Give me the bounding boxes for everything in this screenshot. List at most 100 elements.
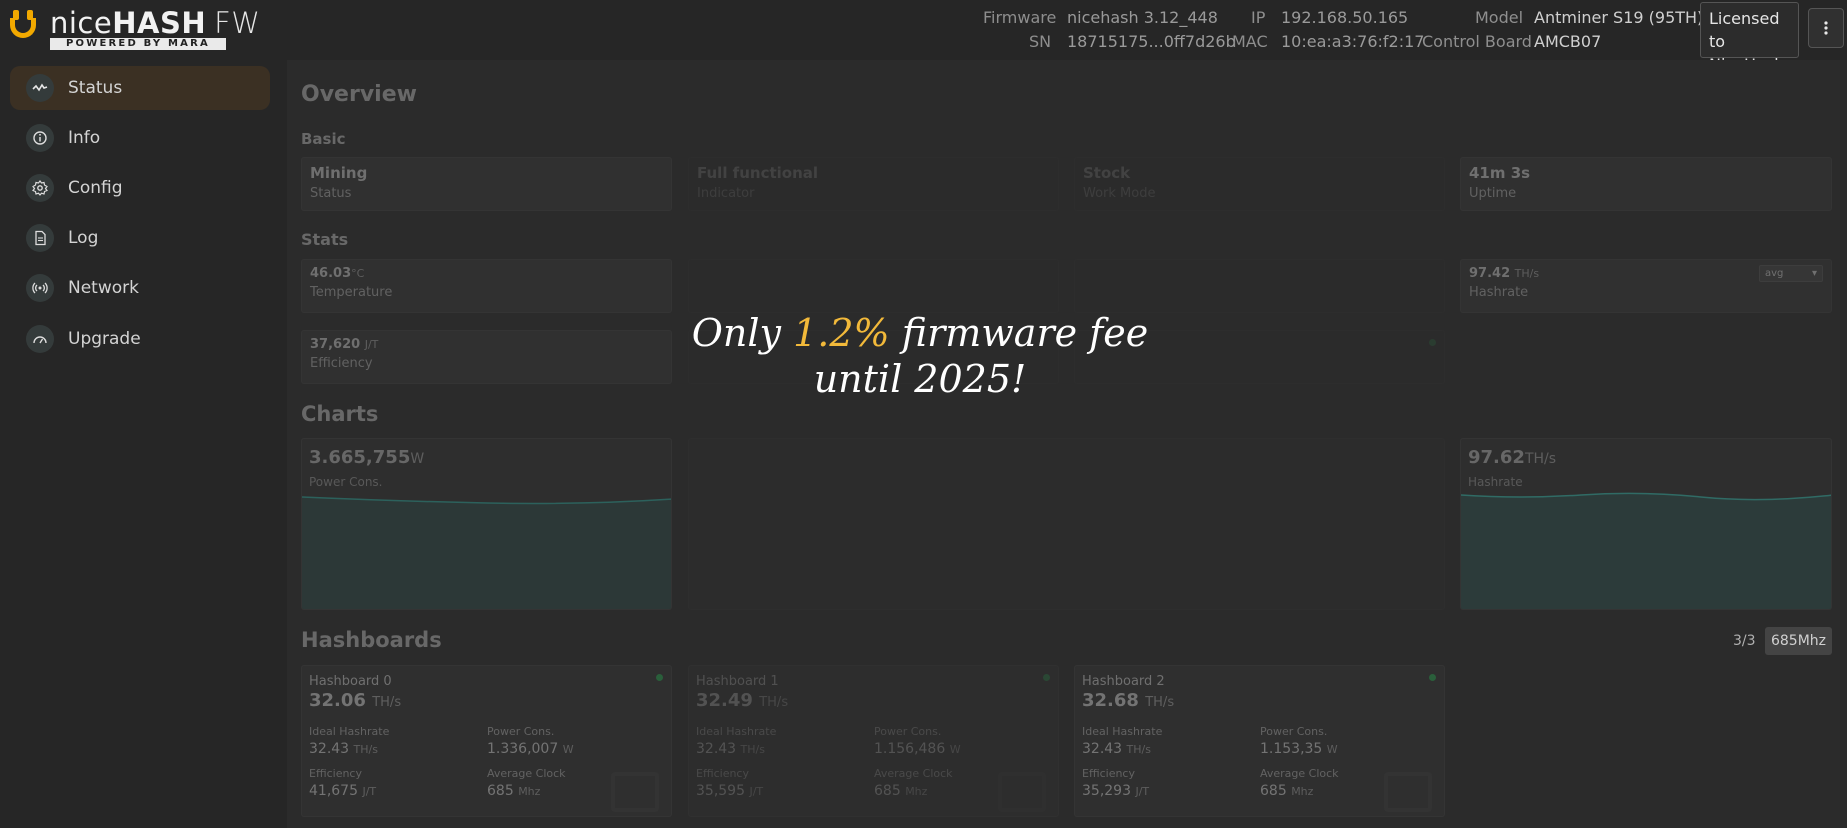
power-chart[interactable]: 3.665,755W Power Cons. [301,438,672,610]
status-label: Status [310,186,352,201]
temperature-value: 46.03°C [310,266,365,281]
power-chart-label: Power Cons. [309,475,383,489]
firmware-fee-banner: Only 1.2% firmware fee until 2025! [640,310,1200,402]
control-board-label: Control Board [1422,32,1532,51]
main-content: Overview Basic Mining Status Full functi… [287,60,1847,828]
hashboard-rate: 32.68 TH/s [1082,690,1175,711]
sidebar-item-status[interactable]: Status [10,66,270,110]
temperature-card: 46.03°C Temperature [301,259,672,313]
hashboard-card-2[interactable]: Hashboard 2 32.68 TH/s Ideal Hashrate 32.… [1074,665,1445,817]
efficiency-card: 37,620 J/T Efficiency [301,330,672,384]
hashboard-count: 3/3 [1733,633,1756,649]
power-label: Power Cons. [487,725,555,738]
sidebar-item-upgrade[interactable]: Upgrade [10,317,270,361]
hashboard-name: Hashboard 0 [309,674,392,689]
more-menu-button[interactable] [1808,8,1844,48]
basic-title: Basic [301,130,346,148]
hashboard-status-dot [656,674,663,681]
ip-label: IP [1251,8,1266,27]
status-value: Mining [310,164,368,182]
nicehash-logo-icon [8,8,38,38]
ideal-value: 32.43 [1082,741,1123,757]
hashboard-clock-badge: 685Mhz [1765,627,1832,655]
uptime-label: Uptime [1469,186,1517,201]
work-mode-card: Stock Work Mode [1074,157,1445,211]
power-label: Power Cons. [874,725,942,738]
sn-label: SN [1029,32,1052,51]
sidebar-item-label: Upgrade [68,329,141,349]
sidebar-item-label: Config [68,178,123,198]
stats-card-2 [688,259,1059,313]
banner-line-1: Only 1.2% firmware fee [691,311,1149,355]
top-bar: niceHASH FW POWERED BY MARA Firmware nice… [0,0,1847,74]
uptime-card: 41m 3s Uptime [1460,157,1832,211]
clock-value: 685 [487,783,514,799]
license-box: Licensed to NiceHash [1700,2,1799,74]
license-label: Licensed to [1709,9,1780,51]
mac-value: 10:ea:a3:76:f2:17 [1281,32,1425,51]
hashrate-chart-area [1461,493,1831,609]
efficiency-value: 41,675 [309,783,358,799]
firmware-label: Firmware [983,8,1057,27]
sidebar-item-config[interactable]: Config [10,166,270,210]
sidebar-item-info[interactable]: Info [10,116,270,160]
hashrate-stat-label: Hashrate [1469,285,1529,300]
activity-icon [26,74,54,102]
model-label: Model [1475,8,1524,27]
banner-line-2: until 2025! [813,357,1027,401]
hashrate-stat-card: 97.42 TH/s Hashrate avg ▾ [1460,259,1832,313]
ideal-label: Ideal Hashrate [1082,725,1163,738]
efficiency-value: 37,620 J/T [310,337,379,352]
sidebar-item-label: Network [68,278,139,298]
sidebar-item-label: Status [68,78,123,98]
document-icon [26,224,54,252]
sidebar-item-label: Info [68,128,101,148]
indicator-label: Indicator [697,186,755,201]
firmware-value: nicehash 3.12_448 [1067,8,1218,27]
chip-icon [611,772,659,812]
ideal-label: Ideal Hashrate [696,725,777,738]
power-value: 1.153,35 [1260,741,1323,757]
temperature-label: Temperature [310,285,393,300]
hashboard-card-1[interactable]: Hashboard 1 32.49 TH/s Ideal Hashrate 32.… [688,665,1059,817]
hashrate-chart[interactable]: 97.62TH/s Hashrate [1460,438,1832,610]
ideal-label: Ideal Hashrate [309,725,390,738]
stats-title: Stats [301,230,349,249]
work-mode-label: Work Mode [1083,186,1156,201]
hashboard-card-0[interactable]: Hashboard 0 32.06 TH/s Ideal Hashrate 32.… [301,665,672,817]
ideal-value: 32.43 [696,741,737,757]
hashboard-name: Hashboard 2 [1082,674,1165,689]
sn-value: 18715175...0ff7d26b [1067,32,1236,51]
efficiency-value: 35,293 [1082,783,1131,799]
hashrate-period-select[interactable]: avg ▾ [1759,265,1823,282]
banner-highlight: 1.2% [793,311,890,355]
status-dot [1429,339,1436,346]
chip-icon [1384,772,1432,812]
hashrate-chart-label: Hashrate [1468,475,1523,489]
control-board-value: AMCB07 [1534,32,1602,51]
sidebar-item-log[interactable]: Log [10,216,270,260]
chip-icon [998,772,1046,812]
gear-icon [26,174,54,202]
power-label: Power Cons. [1260,725,1328,738]
gauge-icon [26,325,54,353]
efficiency-label: Efficiency [309,767,362,780]
stats-card-3 [1074,259,1445,313]
power-value: 1.336,007 [487,741,559,757]
sidebar-item-label: Log [68,228,99,248]
info-icon [26,124,54,152]
ip-value: 192.168.50.165 [1281,8,1409,27]
mac-label: MAC [1232,32,1268,51]
overview-title: Overview [301,82,417,107]
hashboard-status-dot [1043,674,1050,681]
sidebar-item-network[interactable]: Network [10,266,270,310]
power-chart-value: 3.665,755W [309,447,425,468]
logo-wordmark: niceHASH FW [50,6,261,40]
hashboard-rate: 32.49 TH/s [696,690,789,711]
logo-tagline: POWERED BY MARA [50,38,226,50]
nicehash-logo[interactable]: niceHASH FW POWERED BY MARA [8,8,260,50]
middle-chart[interactable] [688,438,1445,610]
efficiency-label: Efficiency [1082,767,1135,780]
hashboard-name: Hashboard 1 [696,674,779,689]
hashboard-rate: 32.06 TH/s [309,690,402,711]
